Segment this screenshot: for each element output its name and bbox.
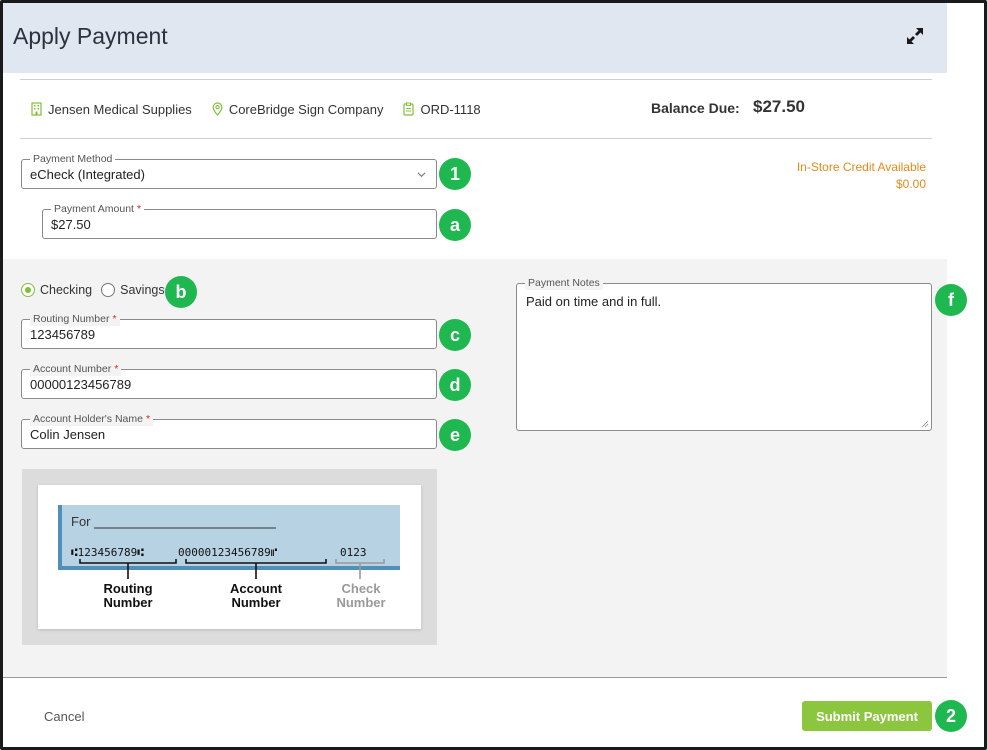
company-name[interactable]: Jensen Medical Supplies	[48, 102, 192, 117]
check-diagram: For ⑆123456789⑆ 00000123456789⑈ 0123 Rou…	[58, 505, 400, 610]
step-badge-e: e	[439, 419, 471, 451]
account-number-label: Account Number *	[30, 362, 122, 376]
cancel-button[interactable]: Cancel	[44, 709, 84, 724]
in-store-credit-value: $0.00	[895, 177, 926, 191]
account-caption-2: Number	[231, 595, 280, 610]
routing-number-value: 123456789	[30, 327, 96, 342]
divider	[20, 79, 932, 80]
routing-caption-2: Number	[103, 595, 152, 610]
payment-method-label: Payment Method	[30, 152, 116, 166]
footer-divider	[3, 677, 947, 678]
company-info: Jensen Medical Supplies	[31, 102, 192, 117]
building-icon	[31, 102, 42, 116]
payment-notes-label: Payment Notes	[525, 276, 603, 290]
account-holder-name-label: Account Holder's Name *	[30, 412, 154, 426]
dialog-title: Apply Payment	[13, 23, 168, 49]
payment-amount-input[interactable]: Payment Amount * $27.50	[42, 202, 437, 239]
savings-label[interactable]: Savings	[120, 283, 164, 297]
routing-number-label: Routing Number *	[30, 312, 120, 326]
payment-amount-label: Payment Amount *	[51, 202, 145, 216]
step-badge-1: 1	[439, 158, 471, 190]
account-caption-1: Account	[230, 581, 283, 596]
routing-number-input[interactable]: Routing Number * 123456789	[21, 312, 437, 349]
account-type-radio-group: Checking Savings	[21, 283, 174, 297]
check-illustration-card: For ⑆123456789⑆ 00000123456789⑈ 0123 Rou…	[38, 485, 421, 629]
checking-label[interactable]: Checking	[40, 283, 92, 297]
step-badge-2: 2	[935, 700, 967, 732]
check-for-label: For	[71, 514, 91, 529]
micr-routing: ⑆123456789⑆	[71, 546, 144, 559]
payment-notes-value: Paid on time and in full.	[526, 294, 662, 309]
in-store-credit-label: In-Store Credit Available	[796, 160, 926, 174]
step-badge-f: f	[935, 284, 967, 316]
submit-payment-button[interactable]: Submit Payment	[802, 701, 932, 731]
balance-due-value: $27.50	[753, 97, 805, 116]
divider	[20, 138, 932, 139]
location-info: CoreBridge Sign Company	[212, 102, 384, 117]
account-holder-name-input[interactable]: Account Holder's Name * Colin Jensen	[21, 412, 437, 449]
account-number-value: 00000123456789	[30, 377, 132, 392]
clipboard-icon	[403, 102, 415, 116]
check-caption-1: Check	[341, 581, 381, 596]
expand-icon[interactable]	[905, 26, 925, 46]
step-badge-a: a	[439, 209, 471, 241]
balance-due-label: Balance Due:	[651, 100, 740, 116]
step-badge-d: d	[439, 369, 471, 401]
chevron-down-icon	[417, 172, 426, 178]
in-store-credit: In-Store Credit Available $0.00	[797, 159, 926, 193]
apply-payment-dialog: Apply Payment Jensen Medical Supplies Co…	[0, 0, 987, 750]
dialog-header: Apply Payment	[3, 3, 947, 73]
check-caption-2: Number	[336, 595, 385, 610]
account-holder-name-value: Colin Jensen	[30, 427, 106, 442]
map-pin-icon	[212, 102, 223, 116]
payment-amount-value: $27.50	[51, 217, 91, 232]
order-info: ORD-1118	[403, 102, 481, 117]
location-name[interactable]: CoreBridge Sign Company	[229, 102, 384, 117]
routing-caption-1: Routing	[103, 581, 152, 596]
step-badge-b: b	[165, 276, 197, 308]
payment-method-value: eCheck (Integrated)	[30, 167, 145, 182]
check-illustration: For ⑆123456789⑆ 00000123456789⑈ 0123 Rou…	[22, 469, 437, 645]
order-number[interactable]: ORD-1118	[420, 102, 480, 117]
resize-grip-icon[interactable]	[921, 420, 929, 428]
step-badge-c: c	[439, 319, 471, 351]
order-info-row: Jensen Medical Supplies CoreBridge Sign …	[31, 99, 501, 119]
checking-radio[interactable]	[21, 283, 35, 297]
account-number-input[interactable]: Account Number * 00000123456789	[21, 362, 437, 399]
micr-check: 0123	[340, 546, 367, 559]
micr-account: 00000123456789⑈	[178, 546, 278, 559]
payment-method-select[interactable]: Payment Method eCheck (Integrated)	[21, 152, 437, 189]
payment-notes-textarea[interactable]: Payment Notes Paid on time and in full.	[516, 276, 932, 431]
savings-radio[interactable]	[101, 283, 116, 297]
